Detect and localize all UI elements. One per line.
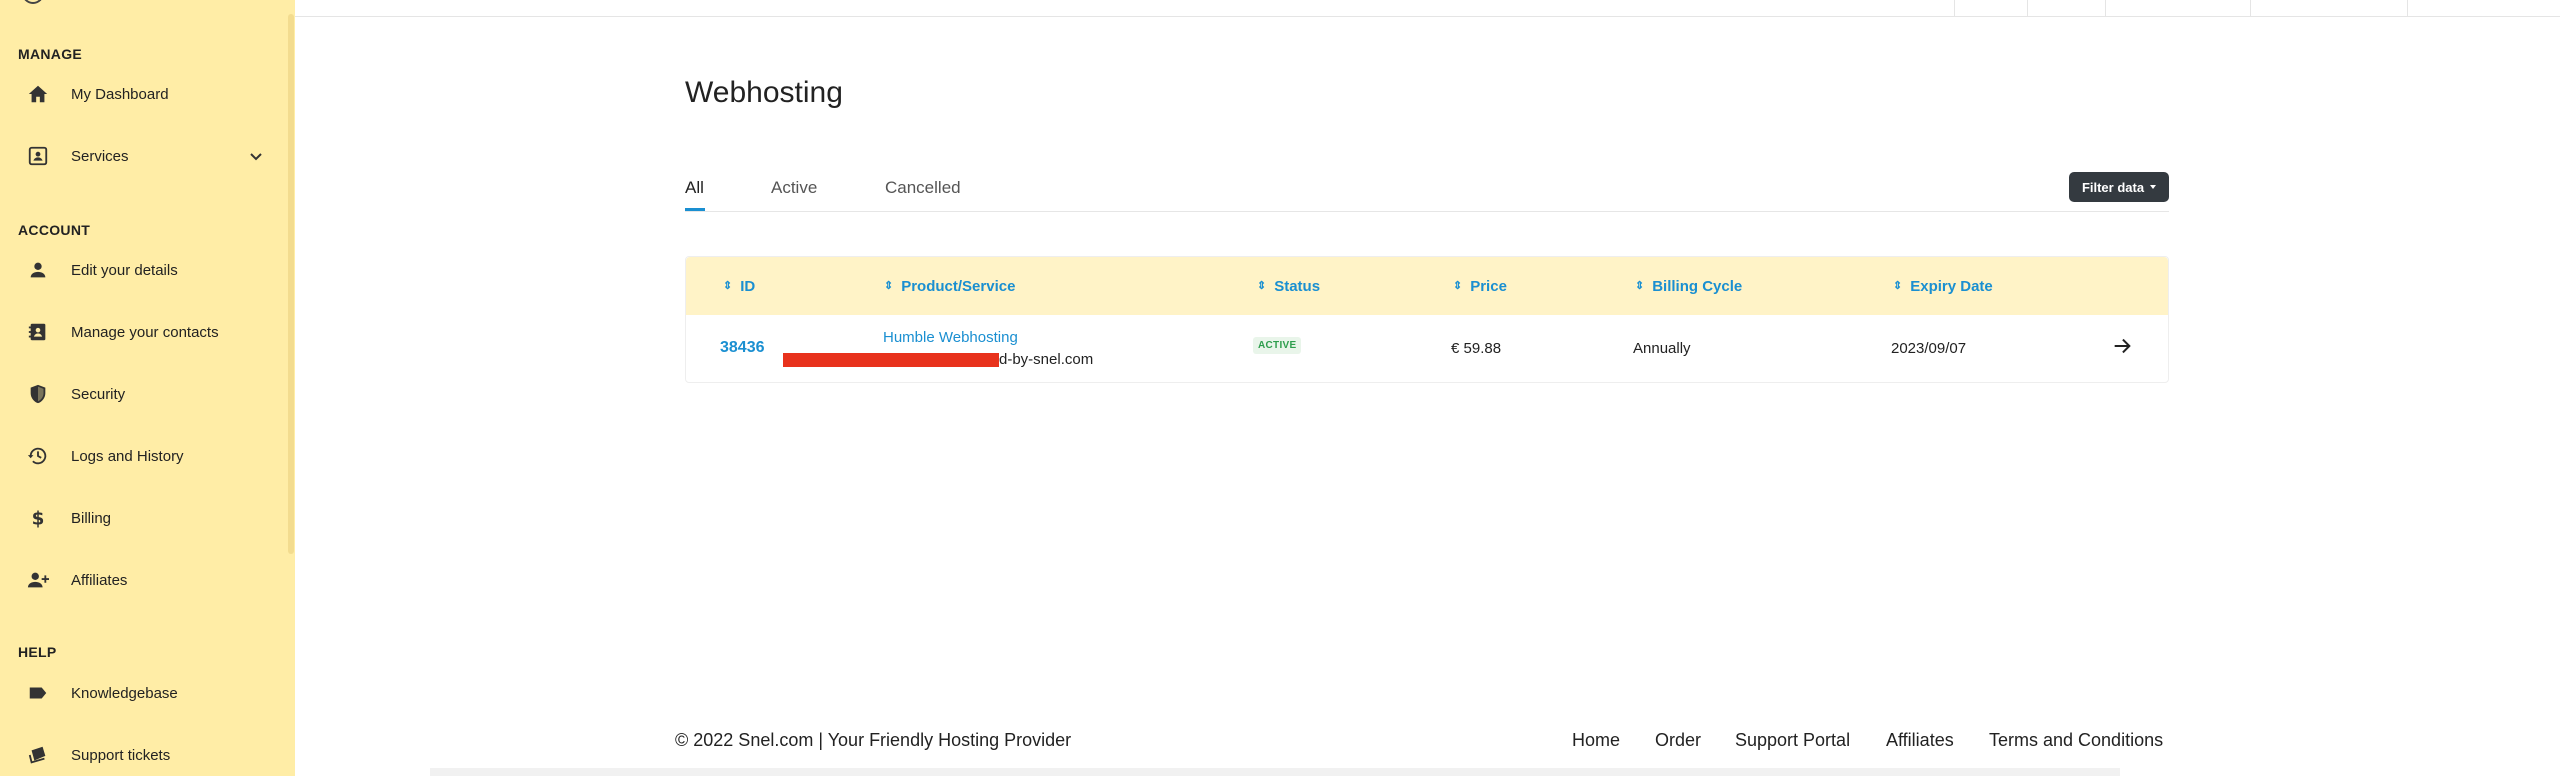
filter-data-button[interactable]: Filter data xyxy=(2069,172,2169,202)
sidebar-item-label: Services xyxy=(71,147,129,165)
column-header-status[interactable]: ⇕ Status xyxy=(1257,278,1320,295)
sidebar-item-affiliates[interactable]: Affiliates xyxy=(0,558,285,602)
sidebar-item-my-dashboard[interactable]: My Dashboard xyxy=(0,72,285,116)
svg-text:$: $ xyxy=(32,508,45,529)
price-value: € 59.88 xyxy=(1451,340,1502,357)
domain-suffix: d-by-snel.com xyxy=(999,351,1094,368)
sidebar-item-label: Billing xyxy=(71,509,112,527)
expiry-date-value: 2023/09/07 xyxy=(1891,340,1967,357)
status-badge: ACTIVE xyxy=(1253,337,1302,354)
sidebar-item-label: Support tickets xyxy=(71,746,171,764)
sidebar-item-label: Manage your contacts xyxy=(71,323,219,341)
sidebar-item-security[interactable]: Security xyxy=(0,372,285,416)
home-icon xyxy=(26,82,50,106)
sidebar-item-label: Knowledgebase xyxy=(71,684,178,702)
sidebar-item-services[interactable]: Services xyxy=(0,134,285,178)
top-bar-border xyxy=(295,16,2560,17)
sort-icon: ⇕ xyxy=(1893,280,1903,292)
sort-icon: ⇕ xyxy=(884,280,894,292)
column-header-price[interactable]: ⇕ Price xyxy=(1453,278,1507,295)
sort-icon: ⇕ xyxy=(1453,280,1463,292)
ticket-icon xyxy=(26,743,50,767)
column-header-product[interactable]: ⇕ Product/Service xyxy=(884,278,1015,295)
tab-active[interactable]: Active xyxy=(771,178,817,198)
sort-icon: ⇕ xyxy=(723,280,733,292)
chevron-down-icon[interactable] xyxy=(248,148,264,164)
footer-link-order[interactable]: Order xyxy=(1655,730,1701,751)
contacts-book-icon xyxy=(26,320,50,344)
top-bar-divider xyxy=(2027,0,2028,16)
footer-bottom-bar xyxy=(430,768,2120,776)
caret-down-icon xyxy=(2150,185,2157,189)
sidebar-item-logs-history[interactable]: Logs and History xyxy=(0,434,285,478)
top-bar-divider xyxy=(2407,0,2408,16)
billing-cycle-value: Annually xyxy=(1633,340,1691,357)
footer-link-terms[interactable]: Terms and Conditions xyxy=(1989,730,2163,751)
sidebar-item-support-tickets[interactable]: Support tickets xyxy=(0,733,285,776)
label-icon xyxy=(26,681,50,705)
column-header-expiry-date[interactable]: ⇕ Expiry Date xyxy=(1893,278,1993,295)
top-bar-divider xyxy=(1954,0,1955,16)
column-header-id[interactable]: ⇕ ID xyxy=(723,278,755,295)
filter-data-label: Filter data xyxy=(2081,179,2145,195)
sidebar-item-label: Logs and History xyxy=(71,447,184,465)
tab-cancelled[interactable]: Cancelled xyxy=(885,178,961,198)
service-id-link[interactable]: 38436 xyxy=(720,339,765,357)
section-heading-help: HELP xyxy=(18,644,57,660)
sidebar-item-label: My Dashboard xyxy=(71,85,169,103)
shield-icon xyxy=(26,382,50,406)
top-bar-divider xyxy=(2250,0,2251,16)
footer-copyright: © 2022 Snel.com | Your Friendly Hosting … xyxy=(675,730,1072,750)
sidebar-item-label: Affiliates xyxy=(71,571,128,589)
sidebar-item-manage-contacts[interactable]: Manage your contacts xyxy=(0,310,285,354)
sidebar-item-knowledgebase[interactable]: Knowledgebase xyxy=(0,671,285,715)
dollar-icon: $ xyxy=(26,506,50,530)
footer-link-affiliates[interactable]: Affiliates xyxy=(1886,730,1954,751)
user-plus-icon xyxy=(26,568,50,592)
sidebar-item-billing[interactable]: $ Billing xyxy=(0,496,285,540)
top-bar-divider xyxy=(2105,0,2106,16)
tabs-divider xyxy=(685,211,2169,212)
page-title: Webhosting xyxy=(685,76,843,109)
services-table: ⇕ ID ⇕ Product/Service ⇕ Status ⇕ Price … xyxy=(685,256,2169,383)
product-name-link[interactable]: Humble Webhosting xyxy=(883,329,1018,346)
sort-icon: ⇕ xyxy=(1257,280,1267,292)
sidebar-item-label: Security xyxy=(71,385,126,403)
person-icon xyxy=(26,258,50,282)
sidebar: MANAGE My Dashboard Services ACCOUNT Edi… xyxy=(0,0,295,776)
arrow-right-icon[interactable] xyxy=(2111,335,2133,357)
sidebar-item-edit-details[interactable]: Edit your details xyxy=(0,248,285,292)
column-header-billing-cycle[interactable]: ⇕ Billing Cycle xyxy=(1635,278,1742,295)
sidebar-item-label: Edit your details xyxy=(71,261,178,279)
history-icon xyxy=(26,444,50,468)
section-heading-account: ACCOUNT xyxy=(18,222,91,238)
sidebar-scrollbar[interactable] xyxy=(288,14,294,554)
table-header: ⇕ ID ⇕ Product/Service ⇕ Status ⇕ Price … xyxy=(686,257,2168,315)
section-heading-manage: MANAGE xyxy=(18,46,83,62)
footer-link-home[interactable]: Home xyxy=(1572,730,1620,751)
tab-all[interactable]: All xyxy=(685,178,704,198)
logo-icon[interactable] xyxy=(22,0,44,4)
redacted-domain xyxy=(783,353,999,367)
sort-icon: ⇕ xyxy=(1635,280,1645,292)
footer-link-support-portal[interactable]: Support Portal xyxy=(1735,730,1850,751)
contact-card-icon xyxy=(26,144,50,168)
